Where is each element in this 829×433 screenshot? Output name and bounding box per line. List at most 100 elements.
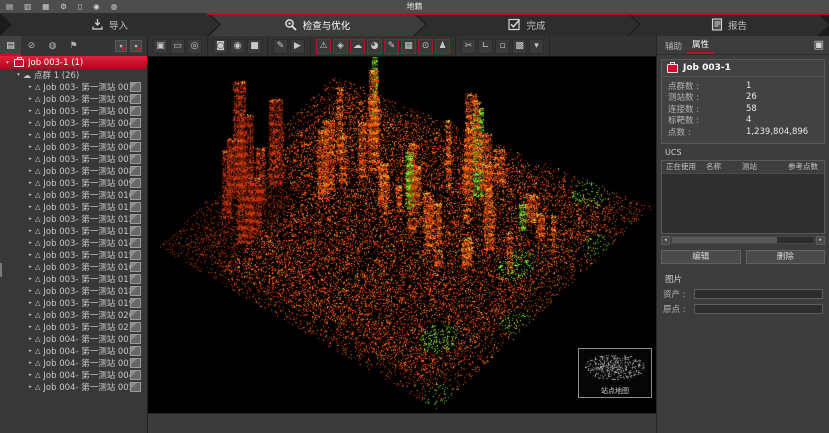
info-icon[interactable]: ◍ (111, 0, 118, 13)
station-image-icon[interactable] (130, 358, 141, 368)
tab-flag[interactable]: ⚑ (63, 36, 84, 56)
station-image-icon[interactable] (130, 286, 141, 296)
filter-b-icon[interactable]: ▾ (130, 40, 142, 52)
expander-icon[interactable]: ▸ (26, 216, 35, 222)
station-image-icon[interactable] (130, 238, 141, 248)
warning-button[interactable]: ⚠ (316, 39, 331, 54)
tree-station-row[interactable]: ▸△Job 003- 第一测站 020 (5) (0, 309, 147, 321)
tree-station-row[interactable]: ▸△Job 003- 第一测站 012 (5) (0, 213, 147, 225)
tree-station-row[interactable]: ▸△Job 003- 第一测站 003 (4) (0, 105, 147, 117)
panel-layout-icon[interactable]: ▣ (814, 38, 824, 51)
tree-station-row[interactable]: ▸△Job 003- 第一测站 001 (6) (0, 81, 147, 93)
viewport-3d[interactable]: 站点地图 (148, 57, 656, 413)
tree-station-row[interactable]: ▸△Job 003- 第一测站 014 (4) (0, 237, 147, 249)
tree-station-row[interactable]: ▸△Job 004- 第一测站 002 (6) (0, 345, 147, 357)
tree-station-row[interactable]: ▸△Job 003- 第一测站 011 (2) (0, 201, 147, 213)
expander-icon[interactable]: ▸ (26, 192, 35, 198)
expander-icon[interactable]: ▾ (3, 60, 12, 66)
scrollbar-track[interactable] (671, 236, 815, 244)
copy-button[interactable]: ▣ (153, 39, 168, 54)
tree-station-row[interactable]: ▸△Job 004- 第一测站 005 (6) (0, 381, 147, 393)
expander-icon[interactable]: ▸ (26, 252, 35, 258)
expander-icon[interactable]: ▸ (26, 384, 35, 390)
expander-icon[interactable]: ▸ (26, 300, 35, 306)
layout-button[interactable]: ▩ (512, 39, 527, 54)
expander-icon[interactable]: ▸ (26, 372, 35, 378)
delete-icon[interactable]: ▯ (78, 0, 82, 13)
step-inspect-optimize[interactable]: 检查与优化 (209, 13, 425, 36)
expander-icon[interactable]: ▸ (26, 228, 35, 234)
pin-button[interactable]: ⊙ (418, 39, 433, 54)
expander-icon[interactable]: ▸ (26, 312, 35, 318)
expander-icon[interactable]: ▸ (26, 144, 35, 150)
tree-station-row[interactable]: ▸△Job 003- 第一测站 002 (5) (0, 93, 147, 105)
station-image-icon[interactable] (130, 274, 141, 284)
expander-icon[interactable]: ▸ (26, 108, 35, 114)
expander-icon[interactable]: ▸ (26, 84, 35, 90)
tree-station-row[interactable]: ▸△Job 003- 第一测站 007 (5) (0, 153, 147, 165)
cut-button[interactable]: ✂ (461, 39, 476, 54)
station-image-icon[interactable] (130, 334, 141, 344)
save-icon[interactable]: ▦ (42, 0, 49, 13)
tree-station-row[interactable]: ▸△Job 004- 第一测站 003 (4) (0, 357, 147, 369)
station-image-icon[interactable] (130, 322, 141, 332)
tab-project-tree[interactable]: ▤ (0, 36, 21, 56)
expander-icon[interactable]: ▸ (26, 264, 35, 270)
expander-icon[interactable]: ▸ (26, 168, 35, 174)
expander-icon[interactable]: ▸ (26, 276, 35, 282)
scroll-left-icon[interactable]: ◂ (661, 236, 670, 245)
help-icon[interactable]: ◉ (93, 0, 100, 13)
image-button[interactable]: ▦ (401, 39, 416, 54)
station-image-icon[interactable] (130, 310, 141, 320)
station-image-icon[interactable] (130, 178, 141, 188)
tree-station-row[interactable]: ▸△Job 003- 第一测站 015 (4) (0, 249, 147, 261)
tab-auxiliary[interactable]: 辅助 (660, 37, 687, 54)
tree-station-row[interactable]: ▸△Job 003- 第一测站 018 (4) (0, 285, 147, 297)
expander-icon[interactable]: ▸ (26, 120, 35, 126)
step-import[interactable]: 导入 (0, 13, 219, 36)
measure-pen-button[interactable]: ✎ (273, 39, 288, 54)
settings-icon[interactable]: ⚙ (60, 0, 67, 13)
step-report[interactable]: 报告 (629, 13, 829, 36)
station-image-icon[interactable] (130, 250, 141, 260)
tree-station-row[interactable]: ▸△Job 003- 第一测站 016 (4) (0, 261, 147, 273)
tag-button[interactable]: ◈ (333, 39, 348, 54)
tab-link[interactable]: ⊘ (21, 36, 42, 56)
tree-pointcloud-group[interactable]: ▾ ☁ 点群 1 (26) (0, 69, 147, 81)
expander-icon[interactable]: ▸ (26, 240, 35, 246)
asset-input[interactable] (694, 289, 823, 299)
cloud-button[interactable]: ☁ (350, 39, 365, 54)
station-image-icon[interactable] (130, 118, 141, 128)
zoom-window-button[interactable]: ◎ (187, 39, 202, 54)
expander-icon[interactable]: ▸ (26, 204, 35, 210)
tree-station-row[interactable]: ▸△Job 003- 第一测站 004 (5) (0, 117, 147, 129)
expander-icon[interactable]: ▾ (14, 72, 23, 78)
station-image-icon[interactable] (130, 154, 141, 164)
station-image-icon[interactable] (130, 82, 141, 92)
edit-button[interactable]: 编辑 (661, 250, 741, 264)
tree-root-job[interactable]: ▾ Job 003-1 (1) (0, 56, 147, 69)
station-image-icon[interactable] (130, 166, 141, 176)
tab-globe[interactable]: ◍ (42, 36, 63, 56)
expander-icon[interactable]: ▸ (26, 336, 35, 342)
step-complete[interactable]: 完成 (415, 13, 639, 36)
station-image-icon[interactable] (130, 190, 141, 200)
station-image-icon[interactable] (130, 130, 141, 140)
import-project-icon[interactable]: ▥ (24, 0, 31, 13)
site-minimap[interactable]: 站点地图 (578, 348, 652, 398)
expander-icon[interactable]: ▸ (26, 324, 35, 330)
frame-button[interactable]: ▫ (495, 39, 510, 54)
tree-station-row[interactable]: ▸△Job 003- 第一测站 017 (3) (0, 273, 147, 285)
station-image-icon[interactable] (130, 226, 141, 236)
draw-button[interactable]: ✎ (384, 39, 399, 54)
delete-button[interactable]: 删除 (746, 250, 826, 264)
tree-station-row[interactable]: ▸△Job 003- 第一测站 006 (4) (0, 141, 147, 153)
classify-button[interactable]: ◕ (367, 39, 382, 54)
expander-icon[interactable]: ▸ (26, 348, 35, 354)
station-image-icon[interactable] (130, 370, 141, 380)
expander-icon[interactable]: ▸ (26, 156, 35, 162)
tab-properties[interactable]: 属性 (687, 35, 714, 54)
dropdown-button[interactable]: ▾ (529, 39, 544, 54)
point-render-button[interactable]: ◉ (230, 39, 245, 54)
expander-icon[interactable]: ▸ (26, 180, 35, 186)
